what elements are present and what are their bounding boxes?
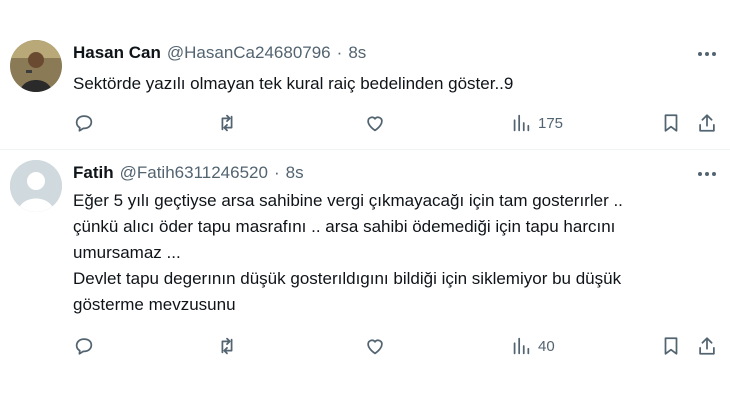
author-handle[interactable]: @Fatih6311246520: [120, 163, 268, 183]
tweet-text-line: Sektörde yazılı olmayan tek kural raiç b…: [73, 74, 514, 93]
retweet-icon: [221, 337, 233, 355]
tweet-fatih[interactable]: Fatih @Fatih6311246520 · 8s Eğer 5 yılı …: [0, 151, 730, 420]
bookmark-icon: [664, 337, 678, 355]
timestamp[interactable]: 8s: [286, 163, 304, 183]
author-name[interactable]: Fatih: [73, 163, 114, 183]
like-icon: [367, 339, 383, 355]
more-icon[interactable]: [694, 43, 720, 65]
reply-icon: [75, 338, 93, 355]
retweet-button[interactable]: [216, 331, 238, 361]
reply-icon: [75, 115, 93, 132]
separator-dot: ·: [336, 43, 343, 62]
share-icon: [699, 337, 715, 355]
reply-button[interactable]: [73, 331, 95, 361]
action-bar: 40: [70, 331, 720, 361]
views-button[interactable]: 175: [510, 108, 563, 138]
like-button[interactable]: [364, 331, 386, 361]
tweet-text-line: umursamaz ...: [73, 243, 181, 262]
tweet-hasan-can[interactable]: Hasan Can @HasanCa24680796 · 8s Sektörde…: [0, 0, 730, 150]
share-button[interactable]: [696, 108, 718, 138]
bookmark-button[interactable]: [660, 108, 682, 138]
views-icon: [513, 337, 530, 355]
separator-dot: ·: [273, 163, 280, 182]
more-icon[interactable]: [694, 163, 720, 185]
timestamp[interactable]: 8s: [348, 43, 366, 63]
avatar[interactable]: [10, 40, 62, 92]
share-button[interactable]: [696, 331, 718, 361]
tweet-text-line: Eğer 5 yılı geçtiyse arsa sahibine vergi…: [73, 191, 623, 210]
avatar[interactable]: [10, 160, 62, 212]
retweet-icon: [221, 114, 233, 132]
retweet-button[interactable]: [216, 108, 238, 138]
author-handle[interactable]: @HasanCa24680796: [167, 43, 331, 63]
views-button[interactable]: 40: [510, 331, 555, 361]
bookmark-icon: [664, 114, 678, 132]
like-icon: [367, 116, 383, 132]
action-bar: 175: [70, 108, 720, 138]
tweet-text: Sektörde yazılı olmayan tek kural raiç b…: [73, 71, 713, 97]
reply-button[interactable]: [73, 108, 95, 138]
tweet-text-line: gösterme mevzusunu: [73, 295, 236, 314]
like-button[interactable]: [364, 108, 386, 138]
views-icon: [513, 114, 530, 132]
views-count: 40: [538, 337, 555, 355]
tweet-text-line: çünkü alıcı öder tapu masrafını .. arsa …: [73, 217, 616, 236]
views-count: 175: [538, 114, 564, 132]
tweet-text-line: Devlet tapu degerının düşük gosterıldıgı…: [73, 269, 622, 288]
share-icon: [699, 114, 715, 132]
tweet-text: Eğer 5 yılı geçtiyse arsa sahibine vergi…: [73, 188, 713, 318]
author-name[interactable]: Hasan Can: [73, 43, 161, 63]
bookmark-button[interactable]: [660, 331, 682, 361]
